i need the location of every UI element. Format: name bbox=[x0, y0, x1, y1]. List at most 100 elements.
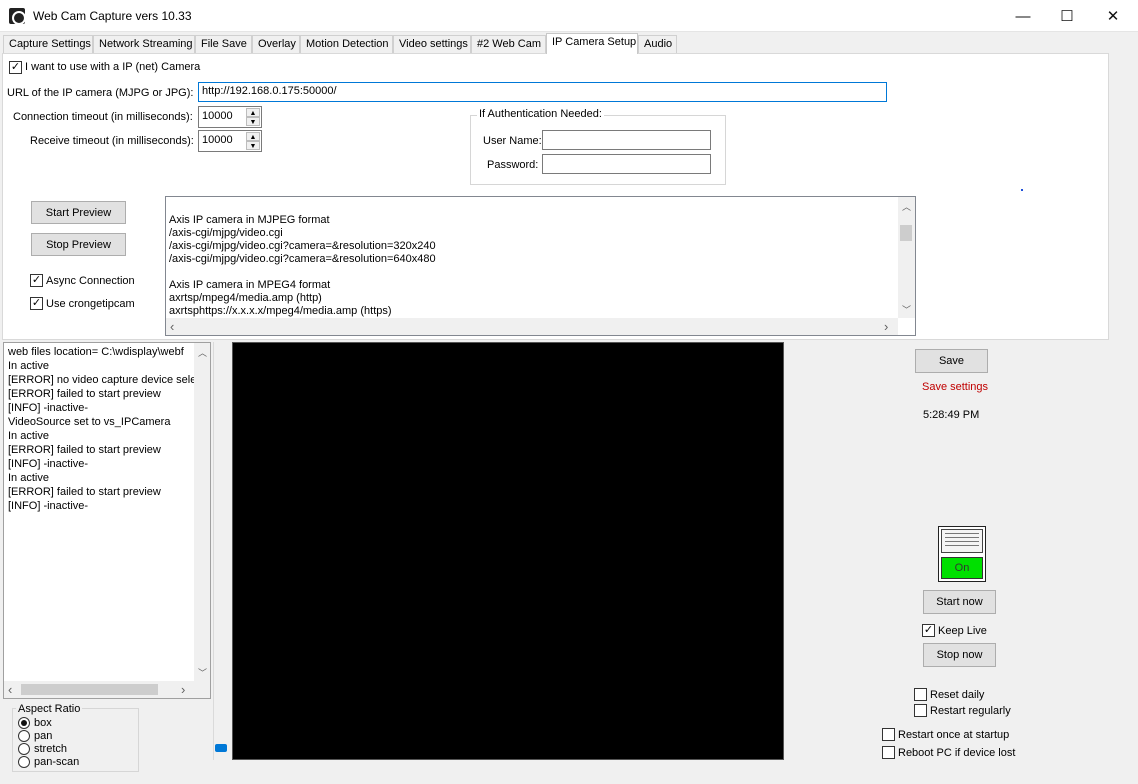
save-button[interactable]: Save bbox=[915, 349, 988, 373]
close-icon: ✕ bbox=[1106, 8, 1120, 25]
live-toggle-switch[interactable]: On bbox=[938, 526, 986, 582]
volume-thumb[interactable] bbox=[215, 744, 227, 752]
start-preview-button[interactable]: Start Preview bbox=[31, 201, 126, 224]
switch-state-label: On bbox=[941, 557, 983, 579]
scroll-up-icon[interactable]: ︿ bbox=[194, 346, 210, 359]
help-line: Axis IP camera in MJPEG format bbox=[169, 214, 330, 226]
check-icon: ✓ bbox=[10, 61, 21, 73]
scroll-down-icon[interactable]: ﹀ bbox=[194, 666, 210, 679]
help-line: /axis-cgi/mjpg/video.cgi bbox=[169, 227, 283, 239]
use-crongetipcam-checkbox[interactable]: ✓ bbox=[30, 297, 43, 310]
help-horizontal-scrollbar[interactable]: ‹ › bbox=[166, 318, 898, 335]
help-line: /axis-cgi/mjpg/video.cgi?camera=&resolut… bbox=[169, 253, 436, 265]
check-icon: ✓ bbox=[31, 297, 42, 309]
aspect-pan-scan-label: pan-scan bbox=[34, 756, 80, 768]
scroll-left-icon[interactable]: ‹ bbox=[8, 682, 12, 697]
video-preview bbox=[232, 342, 784, 760]
restart-regularly-label: Restart regularly bbox=[930, 705, 1011, 717]
help-line bbox=[169, 266, 436, 279]
receive-timeout-value: 10000 bbox=[202, 134, 233, 146]
help-line bbox=[169, 201, 436, 214]
app-camera-icon[interactable] bbox=[9, 8, 26, 25]
scroll-up-icon[interactable]: ︿ bbox=[898, 200, 915, 213]
volume-track[interactable] bbox=[213, 342, 227, 760]
reset-daily-label: Reset daily bbox=[930, 689, 985, 701]
scroll-left-icon[interactable]: ‹ bbox=[170, 319, 174, 334]
url-help-lines: Axis IP camera in MJPEG format /axis-cgi… bbox=[169, 201, 436, 318]
window-title: Web Cam Capture vers 10.33 bbox=[33, 9, 192, 23]
spin-up-icon[interactable]: ▲ bbox=[246, 132, 260, 141]
aspect-box-radio[interactable] bbox=[18, 717, 30, 729]
reboot-pc-checkbox[interactable] bbox=[882, 746, 895, 759]
aspect-stretch-radio[interactable] bbox=[18, 743, 30, 755]
async-connection-checkbox[interactable]: ✓ bbox=[30, 274, 43, 287]
tab-video-settings[interactable]: Video settings bbox=[393, 35, 471, 53]
url-input[interactable]: http://192.168.0.175:50000/ bbox=[198, 82, 887, 102]
close-button[interactable]: ✕ bbox=[1090, 0, 1136, 32]
authentication-group-title: If Authentication Needed: bbox=[477, 108, 604, 120]
connection-timeout-label: Connection timeout (in milliseconds): bbox=[13, 111, 193, 123]
minimize-button[interactable]: — bbox=[1000, 0, 1046, 32]
spin-down-icon[interactable]: ▼ bbox=[246, 141, 260, 150]
keep-live-checkbox[interactable]: ✓ bbox=[922, 624, 935, 637]
log-line: [INFO] -inactive- bbox=[8, 402, 89, 414]
log-line: web files location= C:\wdisplay\webf bbox=[8, 346, 184, 358]
reboot-pc-label: Reboot PC if device lost bbox=[898, 747, 1016, 759]
tab-network-streaming[interactable]: Network Streaming bbox=[93, 35, 195, 53]
help-line: axrtsphttps://x.x.x.x/mpeg4/media.amp (h… bbox=[169, 305, 392, 317]
tab-audio[interactable]: Audio bbox=[638, 35, 677, 53]
log-line: [ERROR] no video capture device sele bbox=[8, 374, 194, 386]
receive-timeout-stepper[interactable]: 10000 ▲ ▼ bbox=[198, 130, 262, 152]
check-icon: ✓ bbox=[31, 274, 42, 286]
password-input[interactable] bbox=[542, 154, 711, 174]
help-line: axrtsp/mpeg4/media.amp (http) bbox=[169, 292, 322, 304]
username-input[interactable] bbox=[542, 130, 711, 150]
tab-ip-camera-setup[interactable]: IP Camera Setup bbox=[546, 33, 638, 54]
log-scroll-thumb[interactable] bbox=[21, 684, 158, 695]
start-now-button[interactable]: Start now bbox=[923, 590, 996, 614]
maximize-button[interactable]: ☐ bbox=[1044, 0, 1090, 32]
title-bar: Web Cam Capture vers 10.33 — ☐ ✕ bbox=[0, 0, 1138, 32]
scroll-down-icon[interactable]: ﹀ bbox=[898, 303, 915, 316]
use-ip-camera-label: I want to use with a IP (net) Camera bbox=[25, 61, 201, 73]
connection-timeout-value: 10000 bbox=[202, 110, 233, 122]
help-line: Axis IP camera in MPEG4 format bbox=[169, 279, 331, 291]
log-line: [INFO] -inactive- bbox=[8, 458, 89, 470]
log-line: [ERROR] failed to start preview bbox=[8, 486, 161, 498]
scroll-right-icon[interactable]: › bbox=[884, 319, 888, 334]
use-ip-camera-checkbox[interactable]: ✓ bbox=[9, 61, 22, 74]
tab-file-save[interactable]: File Save bbox=[195, 35, 252, 53]
aspect-pan-label: pan bbox=[34, 730, 53, 742]
aspect-box-label: box bbox=[34, 717, 52, 729]
log-lines: web files location= C:\wdisplay\webf In … bbox=[8, 345, 194, 513]
stop-now-button[interactable]: Stop now bbox=[923, 643, 996, 667]
log-line: VideoSource set to vs_IPCamera bbox=[8, 416, 171, 428]
spin-down-icon[interactable]: ▼ bbox=[246, 117, 260, 126]
log-list[interactable]: web files location= C:\wdisplay\webf In … bbox=[3, 342, 211, 699]
aspect-stretch-label: stretch bbox=[34, 743, 68, 755]
minimize-icon: — bbox=[1015, 7, 1031, 25]
log-vertical-scrollbar[interactable]: ︿ ﹀ bbox=[194, 343, 210, 681]
connection-timeout-stepper[interactable]: 10000 ▲ ▼ bbox=[198, 106, 262, 128]
tab-web-cam-2[interactable]: #2 Web Cam bbox=[471, 35, 546, 53]
spin-up-icon[interactable]: ▲ bbox=[246, 108, 260, 117]
tab-overlay[interactable]: Overlay bbox=[252, 35, 300, 53]
tab-capture-settings[interactable]: Capture Settings bbox=[3, 35, 93, 53]
maximize-icon: ☐ bbox=[1060, 8, 1074, 25]
restart-regularly-checkbox[interactable] bbox=[914, 704, 927, 717]
username-label: User Name: bbox=[483, 135, 542, 147]
log-horizontal-scrollbar[interactable]: ‹ › bbox=[4, 681, 210, 698]
restart-startup-checkbox[interactable] bbox=[882, 728, 895, 741]
aspect-pan-radio[interactable] bbox=[18, 730, 30, 742]
aspect-pan-scan-radio[interactable] bbox=[18, 756, 30, 768]
log-line: In active bbox=[8, 360, 49, 372]
tab-motion-detection[interactable]: Motion Detection bbox=[300, 35, 393, 53]
help-scroll-thumb[interactable] bbox=[900, 225, 912, 241]
scroll-right-icon[interactable]: › bbox=[181, 682, 185, 697]
reset-daily-checkbox[interactable] bbox=[914, 688, 927, 701]
clock-text: 5:28:49 PM bbox=[923, 409, 980, 421]
aspect-ratio-title: Aspect Ratio bbox=[16, 703, 83, 715]
stop-preview-button[interactable]: Stop Preview bbox=[31, 233, 126, 256]
url-help-textarea[interactable]: Axis IP camera in MJPEG format /axis-cgi… bbox=[165, 196, 916, 336]
help-vertical-scrollbar[interactable]: ︿ ﹀ bbox=[898, 197, 915, 318]
